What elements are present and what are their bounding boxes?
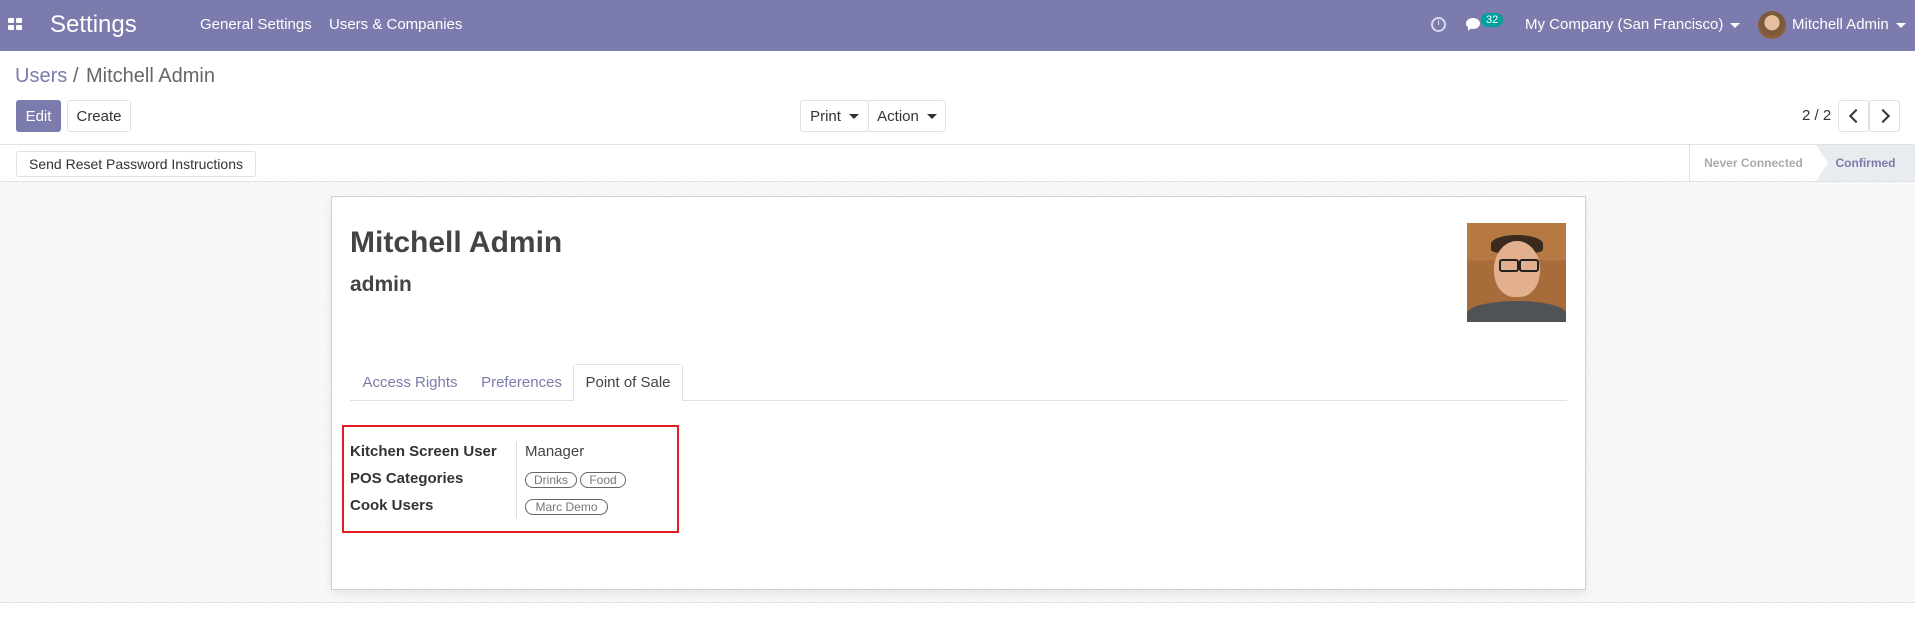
photo-detail bbox=[1519, 259, 1539, 272]
tag-food[interactable]: Food bbox=[580, 472, 626, 488]
caret-down-icon bbox=[926, 113, 937, 119]
field-separator bbox=[516, 442, 517, 518]
pager-previous-button[interactable] bbox=[1838, 100, 1869, 132]
caret-down-icon bbox=[1895, 22, 1906, 28]
control-panel: Users / Mitchell Admin Edit Create Print… bbox=[0, 51, 1915, 145]
messages-icon[interactable] bbox=[1466, 18, 1480, 31]
breadcrumb-current: Mitchell Admin bbox=[86, 65, 215, 87]
print-dropdown[interactable]: Print bbox=[800, 100, 869, 132]
user-photo[interactable] bbox=[1467, 223, 1566, 322]
divider bbox=[0, 602, 1915, 603]
user-avatar[interactable] bbox=[1758, 11, 1786, 39]
kitchen-screen-user-value[interactable]: Manager bbox=[525, 443, 584, 460]
action-dropdown[interactable]: Action bbox=[868, 100, 946, 132]
tag-drinks[interactable]: Drinks bbox=[525, 472, 577, 488]
chevron-right-icon bbox=[1875, 108, 1890, 124]
tab-access-rights[interactable]: Access Rights bbox=[350, 364, 470, 400]
photo-detail bbox=[1499, 259, 1519, 272]
breadcrumb-users-link[interactable]: Users bbox=[15, 65, 67, 88]
action-label: Action bbox=[877, 107, 919, 125]
photo-detail bbox=[1467, 301, 1566, 322]
breadcrumb-separator: / bbox=[73, 65, 79, 87]
company-switcher[interactable]: My Company (San Francisco) bbox=[1525, 16, 1741, 33]
caret-down-icon bbox=[848, 113, 859, 119]
top-navbar: Settings General Settings Users & Compan… bbox=[0, 0, 1915, 51]
message-count-badge: 32 bbox=[1481, 13, 1504, 27]
tab-point-of-sale[interactable]: Point of Sale bbox=[573, 364, 683, 401]
stage-never-connected[interactable]: Never Connected bbox=[1689, 145, 1817, 181]
field-label-pos-categories: POS Categories bbox=[350, 470, 464, 487]
field-label-kitchen-screen-user: Kitchen Screen User bbox=[350, 443, 497, 460]
tag-marc-demo[interactable]: Marc Demo bbox=[525, 499, 608, 515]
apps-menu-icon[interactable] bbox=[8, 18, 24, 32]
form-tabs: Access Rights Preferences Point of Sale bbox=[350, 364, 1567, 401]
print-label: Print bbox=[810, 107, 841, 125]
field-label-cook-users: Cook Users bbox=[350, 497, 434, 514]
pager-next-button[interactable] bbox=[1869, 100, 1900, 132]
send-reset-password-button[interactable]: Send Reset Password Instructions bbox=[16, 151, 256, 177]
caret-down-icon bbox=[1730, 22, 1741, 28]
app-title[interactable]: Settings bbox=[50, 11, 137, 39]
create-button[interactable]: Create bbox=[67, 100, 131, 132]
tab-preferences[interactable]: Preferences bbox=[470, 364, 573, 400]
form-sheet: Mitchell Admin admin Access Rights Prefe… bbox=[331, 196, 1586, 590]
menu-general-settings[interactable]: General Settings bbox=[200, 16, 312, 33]
user-login-field[interactable]: admin bbox=[350, 273, 412, 297]
chevron-left-icon bbox=[1848, 108, 1863, 124]
statusbar: Send Reset Password Instructions Never C… bbox=[0, 144, 1915, 182]
edit-button[interactable]: Edit bbox=[16, 100, 61, 132]
company-name: My Company (San Francisco) bbox=[1525, 16, 1724, 33]
user-name-field[interactable]: Mitchell Admin bbox=[350, 226, 562, 260]
user-menu[interactable]: Mitchell Admin bbox=[1792, 16, 1906, 33]
menu-users-companies[interactable]: Users & Companies bbox=[329, 16, 462, 33]
pager-value[interactable]: 2 / 2 bbox=[1802, 107, 1831, 124]
activity-clock-icon[interactable] bbox=[1431, 17, 1446, 32]
stage-confirmed[interactable]: Confirmed bbox=[1816, 145, 1915, 181]
user-name: Mitchell Admin bbox=[1792, 16, 1889, 33]
